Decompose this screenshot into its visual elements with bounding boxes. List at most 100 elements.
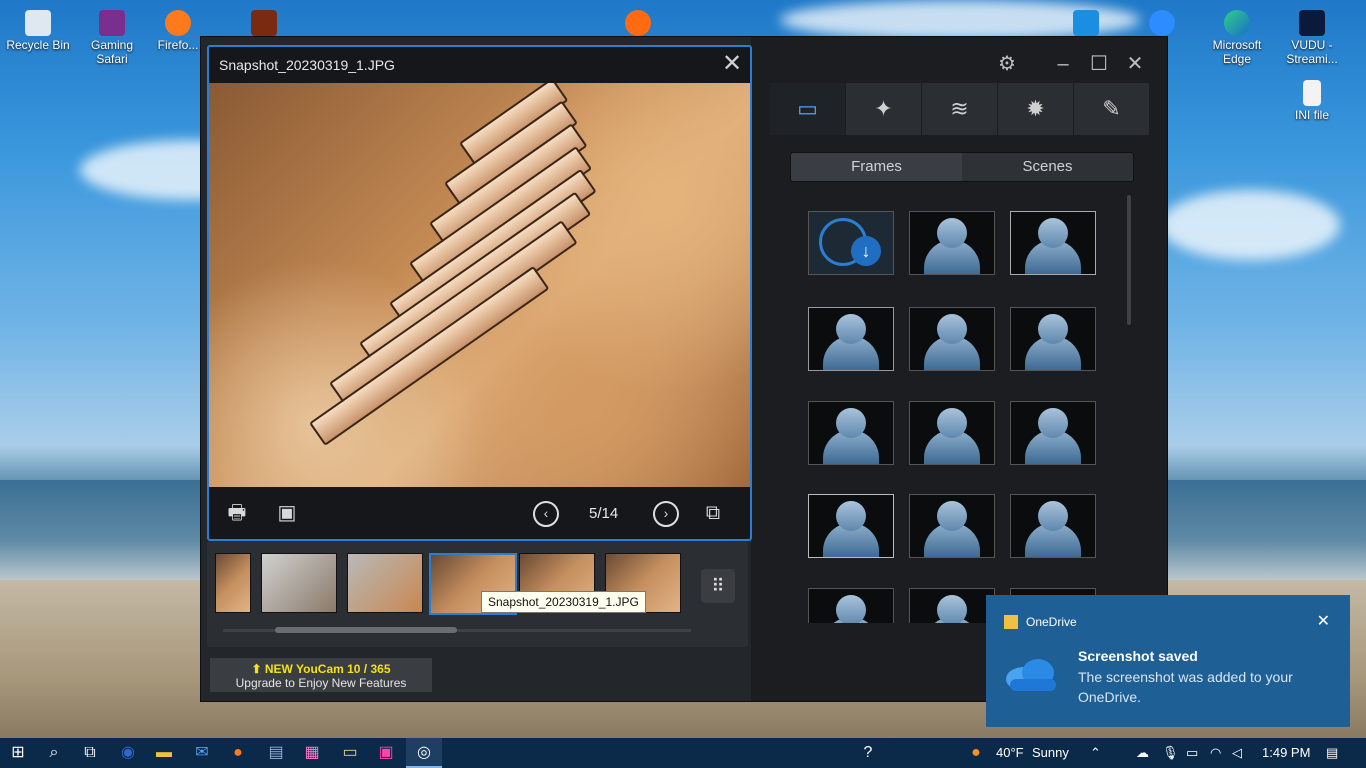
weather-sun-icon[interactable]: ●	[958, 738, 994, 768]
weather-text[interactable]: Sunny	[1032, 745, 1069, 760]
frame-item[interactable]	[808, 494, 894, 558]
task-view-icon[interactable]: ⧉	[72, 738, 108, 768]
promo-line1: NEW YouCam 10 / 365	[264, 662, 391, 676]
photo-counter: 5/14	[589, 505, 619, 522]
desktop-icon-activc[interactable]	[226, 6, 302, 38]
desktop-icon-logitech[interactable]	[600, 6, 676, 38]
photo-viewer: Snapshot_20230319_1.JPG ✕ 🖶 ▣ ‹ 5/14 › ⧉	[207, 45, 752, 541]
notifications-icon[interactable]: ▤	[1326, 745, 1338, 761]
frame-item[interactable]	[1010, 307, 1096, 371]
taskbar: ⊞ ⌕ ⧉ ◉ ▬ ✉ ● ▤ ▦ ▭ ▣ ◎ ? ● 40°F Sunny ⌃…	[0, 738, 1366, 768]
frame-item[interactable]	[909, 588, 995, 623]
onedrive-cloud-icon	[1006, 659, 1056, 691]
battery-icon[interactable]: ▭	[1186, 745, 1198, 761]
download-icon: ↓	[851, 236, 881, 266]
firefox-icon	[165, 10, 191, 36]
draw-tab[interactable]: ✎	[1074, 83, 1150, 135]
thumbnail-scrollbar-thumb[interactable]	[275, 627, 457, 633]
previous-button[interactable]: ‹	[533, 501, 559, 527]
viewer-title: Snapshot_20230319_1.JPG	[219, 57, 395, 73]
maximize-button[interactable]: ☐	[1086, 51, 1112, 77]
set-wallpaper-icon[interactable]: ▣	[273, 499, 301, 527]
desktop-icon-label: Gaming Safari	[90, 38, 134, 66]
frame-item[interactable]	[1010, 211, 1096, 275]
mail-icon[interactable]: ✉	[184, 738, 220, 768]
upgrade-banner[interactable]: ⬆ NEW YouCam 10 / 365 Upgrade to Enjoy N…	[210, 658, 432, 692]
frame-item[interactable]	[808, 307, 894, 371]
file-explorer-icon[interactable]: ▬	[146, 738, 182, 768]
cloud-decoration	[1160, 190, 1340, 260]
desktop-icon-firefox[interactable]: Firefo...	[148, 6, 208, 52]
desktop-icon-gaming-safari[interactable]: Gaming Safari	[74, 6, 150, 66]
volume-icon[interactable]: ◁	[1232, 745, 1242, 761]
microphone-icon[interactable]: 🎙	[1162, 745, 1179, 761]
frames-grid: ↓	[808, 211, 1118, 623]
print-icon[interactable]: 🖶	[223, 499, 251, 527]
search-icon[interactable]: ⌕	[36, 738, 72, 768]
frame-item[interactable]	[1010, 494, 1096, 558]
tab-frames[interactable]: Frames	[791, 153, 962, 181]
frame-item[interactable]	[909, 494, 995, 558]
frames-scrollbar[interactable]	[1127, 195, 1131, 325]
frame-item[interactable]	[909, 211, 995, 275]
frame-item[interactable]	[909, 307, 995, 371]
desktop-icon-vudu[interactable]: VUDU - Streami...	[1274, 6, 1350, 66]
effects-tab[interactable]: ≋	[922, 83, 998, 135]
desktop-icon-hp-smart[interactable]	[1048, 6, 1124, 38]
weather-temp[interactable]: 40°F	[996, 745, 1024, 760]
next-button[interactable]: ›	[653, 501, 679, 527]
close-button[interactable]: ✕	[1122, 51, 1148, 77]
gaming-safari-icon	[99, 10, 125, 36]
logitech-icon	[625, 10, 651, 36]
store-icon[interactable]: ▣	[368, 738, 404, 768]
onedrive-notification[interactable]: OneDrive ✕ Screenshot saved The screensh…	[986, 595, 1350, 727]
frame-item[interactable]	[909, 401, 995, 465]
clock-time[interactable]: 1:49 PM	[1262, 745, 1310, 760]
frame-item[interactable]	[808, 588, 894, 623]
desktop-icon-ini-file[interactable]: INI file	[1274, 76, 1350, 122]
thumbnail[interactable]	[347, 553, 423, 613]
desktop-icon-label: Firefo...	[157, 38, 199, 52]
notification-title: Screenshot saved	[1078, 648, 1198, 664]
thumbnail[interactable]	[261, 553, 337, 613]
firefox-taskbar-icon[interactable]: ●	[220, 738, 256, 768]
avatar-tab[interactable]: ✹	[998, 83, 1074, 135]
onedrive-app-icon	[1004, 615, 1018, 629]
thumbnail-strip: ⠿ Snapshot_20230319_1.JPG	[207, 541, 748, 647]
frame-item[interactable]	[808, 401, 894, 465]
notification-close-button[interactable]: ✕	[1317, 611, 1330, 631]
frames-tool-tab[interactable]: ▭	[770, 83, 846, 135]
start-button[interactable]: ⊞	[0, 738, 36, 768]
app-taskbar-icon[interactable]: ▦	[294, 738, 330, 768]
onedrive-tray-icon[interactable]: ☁	[1136, 745, 1149, 761]
chevron-up-icon[interactable]: ⌃	[1090, 745, 1101, 761]
thumbnail[interactable]	[215, 553, 251, 613]
notification-message: The screenshot was added to your OneDriv…	[1078, 669, 1293, 705]
magic-wand-tab[interactable]: ✦	[846, 83, 922, 135]
desktop-icon-edge[interactable]: Microsoft Edge	[1199, 6, 1275, 66]
effects-toolbar: ▭ ✦ ≋ ✹ ✎	[770, 83, 1150, 135]
minimize-button[interactable]: –	[1050, 51, 1076, 77]
photo-image	[209, 83, 750, 487]
frame-item[interactable]	[1010, 401, 1096, 465]
desktop-icon-label: INI file	[1294, 108, 1329, 122]
help-icon[interactable]: ?	[850, 738, 886, 768]
app-taskbar-icon[interactable]: ▤	[258, 738, 294, 768]
grid-view-button[interactable]: ⠿	[701, 569, 735, 603]
app-taskbar-icon[interactable]: ▭	[332, 738, 368, 768]
download-frames-button[interactable]: ↓	[808, 211, 894, 275]
wifi-icon[interactable]: ◠	[1210, 745, 1221, 761]
fullscreen-icon[interactable]: ⧉	[699, 499, 727, 527]
viewer-close-button[interactable]: ✕	[720, 52, 744, 77]
desktop-icon-label: VUDU - Streami...	[1286, 38, 1338, 66]
zoom-icon	[1149, 10, 1175, 36]
viewer-pane: Snapshot_20230319_1.JPG ✕ 🖶 ▣ ‹ 5/14 › ⧉	[201, 37, 752, 701]
tab-scenes[interactable]: Scenes	[962, 153, 1133, 181]
settings-gear-icon[interactable]: ⚙	[994, 51, 1020, 77]
youcam-taskbar-icon[interactable]: ◎	[406, 738, 442, 768]
edge-taskbar-icon[interactable]: ◉	[110, 738, 146, 768]
frames-scenes-switch: Frames Scenes	[790, 152, 1134, 182]
thumbnail-tooltip: Snapshot_20230319_1.JPG	[481, 591, 646, 613]
desktop-icon-recycle-bin[interactable]: Recycle Bin	[0, 6, 76, 52]
desktop-icon-zoom[interactable]	[1124, 6, 1200, 38]
